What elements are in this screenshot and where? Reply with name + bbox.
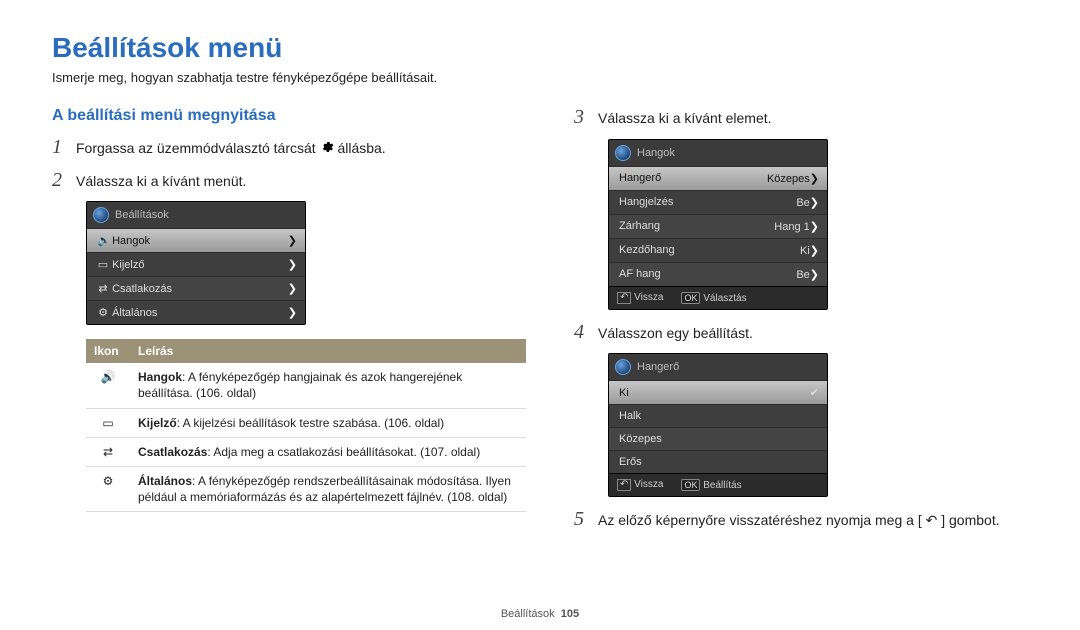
right-column: 3 Válassza ki a kívánt elemet. Hangok Ha… <box>574 107 1028 541</box>
menu-footer: ↶ Vissza OK Választás <box>609 286 827 309</box>
display-icon: ▭ <box>97 259 109 271</box>
back-icon: ↶ <box>617 479 631 491</box>
page-title: Beállítások menü <box>52 32 1028 64</box>
step-1: 1 Forgassa az üzemmódválasztó tárcsát ál… <box>52 137 526 160</box>
chevron-right-icon: ❯ <box>288 258 297 271</box>
camera-menu-sounds: Hangok Hangerő Közepes❯ Hangjelzés Be❯ Z… <box>608 139 828 310</box>
menu-row: Zárhang Hang 1❯ <box>609 214 827 238</box>
step-number: 4 <box>574 322 588 342</box>
menu-header: Hangerő <box>609 354 827 380</box>
section-heading: A beállítási menü megnyitása <box>52 107 526 125</box>
col-icon: Ikon <box>86 339 130 363</box>
gear-icon <box>320 140 334 160</box>
menu-row: Közepes <box>609 427 827 450</box>
menu-header: Hangok <box>609 140 827 166</box>
step-text: Válassza ki a kívánt menüt. <box>76 170 246 192</box>
menu-row: Hangerő Közepes❯ <box>609 166 827 190</box>
chevron-right-icon: ❯ <box>810 221 819 233</box>
general-icon: ⚙ <box>97 307 109 319</box>
step-3: 3 Válassza ki a kívánt elemet. <box>574 107 1028 129</box>
menu-header: Beállítások <box>87 202 305 228</box>
menu-row: Kezdőhang Ki❯ <box>609 238 827 262</box>
step-text: Forgassa az üzemmódválasztó tárcsát állá… <box>76 137 386 160</box>
chevron-right-icon: ❯ <box>288 234 297 247</box>
chevron-right-icon: ❯ <box>810 197 819 209</box>
chevron-right-icon: ❯ <box>810 245 819 257</box>
dial-icon <box>615 145 631 161</box>
step-text: Az előző képernyőre visszatéréshez nyomj… <box>598 509 1000 531</box>
camera-menu-volume: Hangerő Ki ✔ Halk Közepes Erős ↶ Vissza … <box>608 353 828 497</box>
menu-row: Hangjelzés Be❯ <box>609 190 827 214</box>
menu-row: Erős <box>609 450 827 473</box>
table-row: ⚙ Általános: A fényképezőgép rendszerbeá… <box>86 466 526 511</box>
step-number: 3 <box>574 107 588 127</box>
menu-row: ▭ Kijelző ❯ <box>87 252 305 276</box>
menu-row: 🔊 Hangok ❯ <box>87 228 305 252</box>
menu-footer: ↶ Vissza OK Beállítás <box>609 473 827 496</box>
step-text: Válasszon egy beállítást. <box>598 322 753 344</box>
chevron-right-icon: ❯ <box>288 282 297 295</box>
table-row: ▭ Kijelző: A kijelzési beállítások testr… <box>86 408 526 437</box>
step-number: 1 <box>52 137 66 157</box>
step-text: Válassza ki a kívánt elemet. <box>598 107 772 129</box>
check-icon: ✔ <box>810 386 819 399</box>
step-number: 5 <box>574 509 588 529</box>
back-icon: ↶ <box>926 512 938 528</box>
display-icon: ▭ <box>102 416 113 430</box>
menu-row: AF hang Be❯ <box>609 262 827 286</box>
step-4: 4 Válasszon egy beállítást. <box>574 322 1028 344</box>
table-row: 🔊 Hangok: A fényképezőgép hangjainak és … <box>86 363 526 408</box>
left-column: A beállítási menü megnyitása 1 Forgassa … <box>52 107 526 541</box>
camera-menu-settings: Beállítások 🔊 Hangok ❯ ▭ Kijelző ❯ ⇄ Csa… <box>86 201 306 325</box>
connect-icon: ⇄ <box>103 445 113 459</box>
intro-text: Ismerje meg, hogyan szabhatja testre fén… <box>52 70 1028 85</box>
sound-icon: 🔊 <box>97 235 109 247</box>
page-footer: Beállítások 105 <box>0 608 1080 620</box>
ok-icon: OK <box>681 292 700 304</box>
chevron-right-icon: ❯ <box>288 306 297 319</box>
connect-icon: ⇄ <box>97 283 109 295</box>
step-5: 5 Az előző képernyőre visszatéréshez nyo… <box>574 509 1028 531</box>
ok-icon: OK <box>681 479 700 491</box>
icon-description-table: Ikon Leírás 🔊 Hangok: A fényképezőgép ha… <box>86 339 526 512</box>
menu-row: ⇄ Csatlakozás ❯ <box>87 276 305 300</box>
menu-row: Ki ✔ <box>609 380 827 404</box>
table-row: ⇄ Csatlakozás: Adja meg a csatlakozási b… <box>86 437 526 466</box>
step-number: 2 <box>52 170 66 190</box>
back-icon: ↶ <box>617 292 631 304</box>
step-2: 2 Válassza ki a kívánt menüt. <box>52 170 526 192</box>
col-desc: Leírás <box>130 339 526 363</box>
menu-row: ⚙ Általános ❯ <box>87 300 305 324</box>
dial-icon <box>615 359 631 375</box>
general-icon: ⚙ <box>103 474 114 488</box>
chevron-right-icon: ❯ <box>810 173 819 185</box>
sound-icon: 🔊 <box>101 370 116 384</box>
dial-icon <box>93 207 109 223</box>
menu-row: Halk <box>609 404 827 427</box>
chevron-right-icon: ❯ <box>810 269 819 281</box>
